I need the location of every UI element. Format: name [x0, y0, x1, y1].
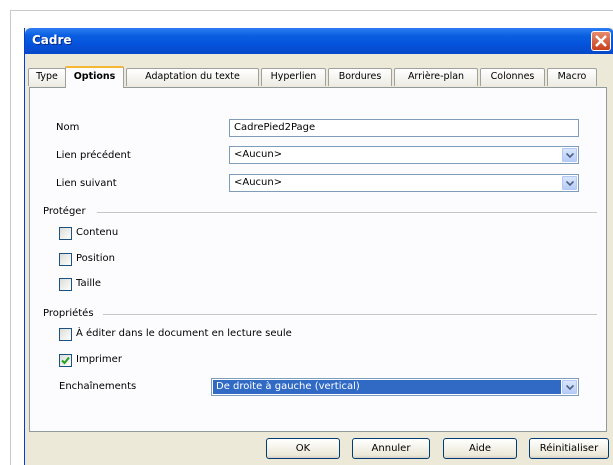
next-link-label: Lien suivant — [56, 178, 117, 189]
protect-position-checkbox[interactable] — [59, 253, 72, 266]
dialog-window: Cadre Type Options Adaptation du texte H… — [24, 28, 613, 465]
protect-content-label: Contenu — [76, 227, 119, 238]
tab-borders[interactable]: Bordures — [328, 68, 392, 86]
tab-type[interactable]: Type — [28, 68, 66, 86]
next-link-select[interactable]: <Aucun> — [229, 174, 579, 192]
chevron-down-icon — [566, 152, 574, 159]
chevron-down-icon — [566, 384, 574, 391]
protect-size-checkbox[interactable] — [59, 278, 72, 291]
name-label: Nom — [56, 122, 80, 133]
protect-section-title: Protéger — [43, 206, 86, 217]
protect-position-label: Position — [76, 253, 115, 264]
ok-button[interactable]: OK — [266, 438, 340, 459]
prev-link-label: Lien précédent — [56, 150, 131, 161]
cancel-button[interactable]: Annuler — [352, 438, 430, 459]
editable-readonly-checkbox[interactable] — [59, 328, 72, 341]
section-divider — [103, 314, 597, 316]
print-label: Imprimer — [76, 354, 122, 365]
protect-content-checkbox[interactable] — [59, 227, 72, 240]
tab-macro[interactable]: Macro — [547, 68, 597, 86]
flow-label: Enchaînements — [59, 381, 137, 392]
editable-readonly-label: À éditer dans le document en lecture seu… — [76, 328, 292, 339]
title-bar: Cadre — [25, 28, 613, 54]
dropdown-button[interactable] — [562, 380, 577, 394]
tab-options[interactable]: Options — [65, 66, 124, 88]
dropdown-button[interactable] — [562, 148, 577, 162]
help-button[interactable]: Aide — [443, 438, 517, 459]
tab-text-wrap[interactable]: Adaptation du texte — [126, 68, 259, 86]
name-field[interactable]: CadrePied2Page — [229, 119, 579, 137]
prev-link-select[interactable]: <Aucun> — [229, 146, 579, 164]
section-divider — [97, 212, 597, 214]
close-button[interactable] — [591, 31, 611, 51]
tab-background[interactable]: Arrière-plan — [394, 68, 478, 86]
print-checkbox[interactable] — [59, 354, 72, 367]
protect-size-label: Taille — [76, 278, 102, 289]
chevron-down-icon — [566, 180, 574, 187]
flow-direction-select[interactable]: De droite à gauche (vertical) — [211, 378, 579, 396]
close-icon — [595, 35, 607, 47]
reset-button[interactable]: Réinitialiser — [529, 438, 609, 459]
dropdown-button[interactable] — [562, 176, 577, 190]
tab-strip: Type Options Adaptation du texte Hyperli… — [25, 66, 613, 88]
window-title: Cadre — [32, 33, 72, 47]
tab-columns[interactable]: Colonnes — [480, 68, 545, 86]
options-panel: Nom CadrePied2Page Lien précédent <Aucun… — [29, 87, 607, 432]
check-icon — [61, 356, 70, 365]
tab-hyperlink[interactable]: Hyperlien — [261, 68, 326, 86]
properties-section-title: Propriétés — [43, 308, 94, 319]
